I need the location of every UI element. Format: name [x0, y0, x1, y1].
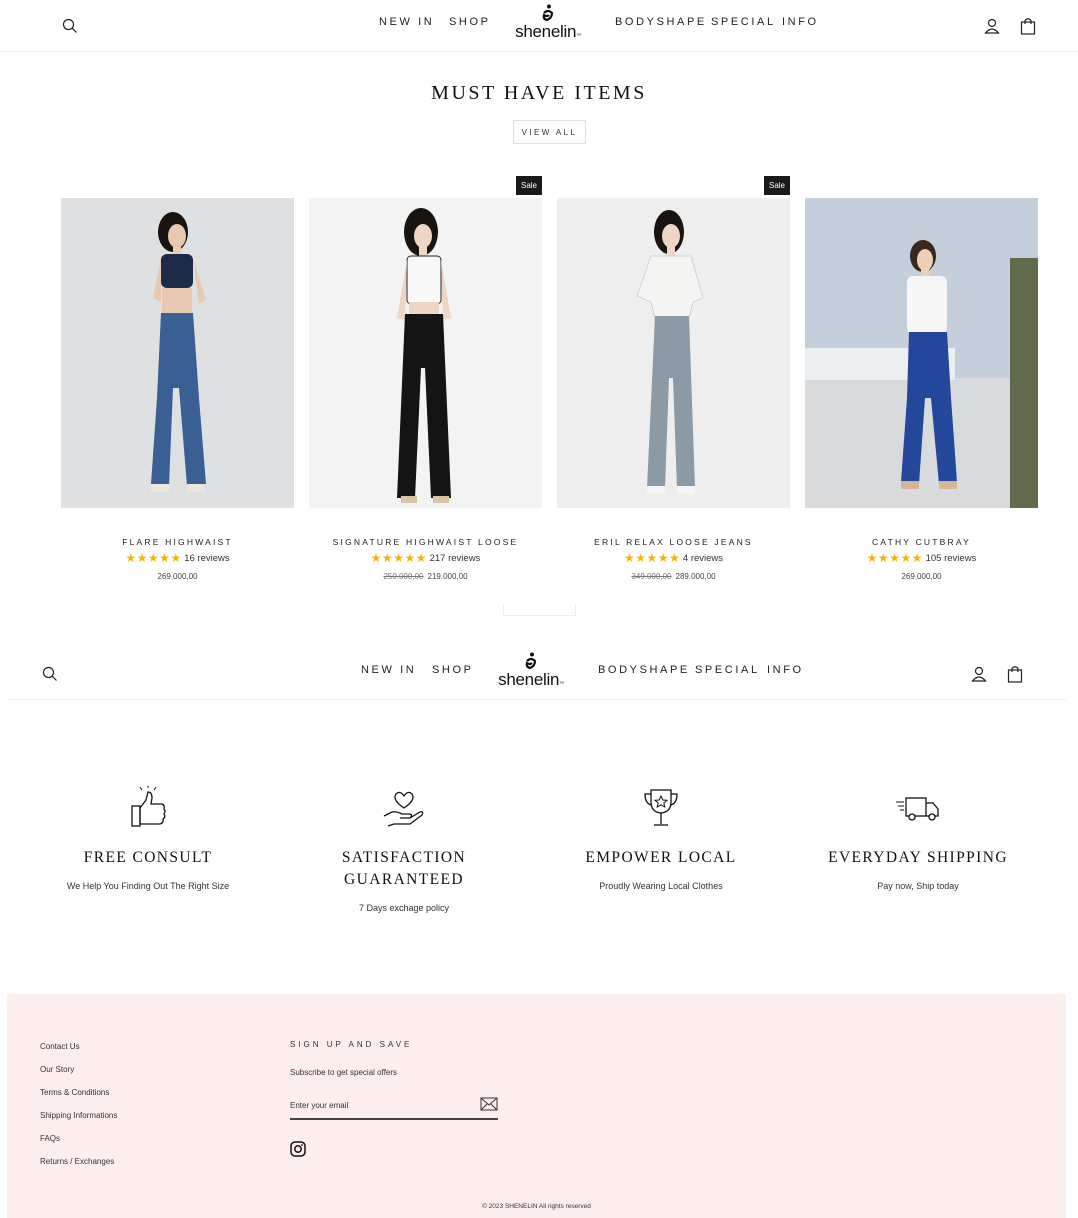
product-price: 349.000,00 289.000,00	[557, 572, 790, 581]
feature-subtitle: Pay now, Ship today	[877, 881, 959, 891]
price-current: 289.000,00	[675, 572, 716, 581]
product-card[interactable]: CATHY CUTBRAY ★★★★★ 105 reviews 269.000,…	[805, 176, 1040, 586]
product-price: 269.000,00	[61, 572, 294, 581]
logo[interactable]: shenelin™	[508, 4, 588, 48]
logo-text: shenelin™	[515, 22, 581, 41]
instagram-icon[interactable]	[290, 1141, 306, 1157]
review-count: 16 reviews	[184, 553, 230, 564]
site-header: NEW IN SHOP shenelin™ BODYSHAPE SPECIAL …	[0, 0, 1078, 52]
product-rating: ★★★★★ 16 reviews	[61, 551, 294, 565]
product-name[interactable]: ERIL RELAX LOOSE JEANS	[557, 537, 790, 547]
product-image[interactable]	[309, 198, 542, 508]
newsletter-title: SIGN UP AND SAVE	[290, 1040, 413, 1049]
nav-shop[interactable]: SHOP	[449, 16, 491, 28]
search-icon[interactable]	[56, 12, 84, 40]
feature-satisfaction-guaranteed: SATISFACTION GUARANTEED 7 Days exchage p…	[284, 786, 524, 913]
account-icon[interactable]	[965, 660, 993, 688]
newsletter-subtitle: Subscribe to get special offers	[290, 1068, 398, 1077]
sale-badge: Sale	[763, 176, 790, 195]
feature-title: EMPOWER LOCAL	[585, 849, 737, 866]
feature-everyday-shipping: EVERYDAY SHIPPING Pay now, Ship today	[798, 786, 1038, 891]
email-field[interactable]	[290, 1096, 470, 1115]
search-icon[interactable]	[36, 660, 64, 688]
cart-icon[interactable]	[1014, 12, 1042, 40]
product-name[interactable]: SIGNATURE HIGHWAIST LOOSE	[309, 537, 542, 547]
envelope-icon[interactable]	[480, 1097, 498, 1111]
product-name[interactable]: FLARE HIGHWAIST	[61, 537, 294, 547]
nav-special[interactable]: SPECIAL	[695, 664, 760, 676]
copyright: © 2023 SHENELIN All rights reserved	[482, 1203, 591, 1210]
account-icon[interactable]	[978, 12, 1006, 40]
nav-info[interactable]: INFO	[782, 16, 819, 28]
nav-bodyshape[interactable]: BODYSHAPE	[615, 16, 707, 28]
review-count: 4 reviews	[682, 553, 724, 564]
star-rating-icon: ★★★★★	[866, 551, 923, 565]
section-divider	[503, 604, 576, 616]
section-title: MUST HAVE ITEMS	[431, 82, 647, 104]
footer-link-faqs[interactable]: FAQs	[40, 1134, 60, 1143]
nav-shop[interactable]: SHOP	[432, 664, 474, 676]
product-price: 250.000,00 219.000,00	[309, 572, 542, 581]
logo-text: shenelin™	[498, 670, 564, 689]
price-current: 219.000,00	[427, 572, 468, 581]
thumbs-up-icon	[131, 786, 166, 827]
product-rating: ★★★★★ 217 reviews	[309, 551, 542, 565]
star-rating-icon: ★★★★★	[623, 551, 681, 565]
feature-title: SATISFACTION GUARANTEED	[341, 849, 467, 888]
footer-link-our-story[interactable]: Our Story	[40, 1065, 74, 1074]
product-image[interactable]	[557, 198, 790, 508]
price-original: 349.000,00	[631, 572, 672, 581]
feature-subtitle: We Help You Finding Out The Right Size	[66, 881, 230, 891]
newsletter-form	[290, 1095, 498, 1120]
product-image[interactable]	[61, 198, 294, 508]
nav-info[interactable]: INFO	[767, 664, 804, 676]
product-image[interactable]	[805, 198, 1038, 508]
footer-link-contact-us[interactable]: Contact Us	[40, 1042, 80, 1051]
product-card[interactable]: Sale SIGNATURE HIGHWAIST LOOSE ★★★★★ 217…	[309, 176, 544, 586]
delivery-truck-icon	[896, 797, 939, 821]
product-price: 269.000,00	[805, 572, 1038, 581]
trophy-icon	[644, 789, 678, 826]
star-rating-icon: ★★★★★	[125, 551, 182, 565]
cart-icon[interactable]	[1001, 660, 1029, 688]
product-name[interactable]: CATHY CUTBRAY	[805, 537, 1038, 547]
price-current: 269.000,00	[901, 572, 942, 581]
feature-title: EVERYDAY SHIPPING	[828, 849, 1008, 866]
price-original: 250.000,00	[383, 572, 424, 581]
site-footer: Contact Us Our Story Terms & Conditions …	[7, 994, 1066, 1218]
feature-subtitle: 7 Days exchage policy	[358, 903, 450, 913]
footer-link-terms[interactable]: Terms & Conditions	[40, 1088, 109, 1097]
product-card[interactable]: FLARE HIGHWAIST ★★★★★ 16 reviews 269.000…	[61, 176, 296, 586]
product-rating: ★★★★★ 105 reviews	[805, 551, 1038, 565]
product-rating: ★★★★★ 4 reviews	[557, 551, 790, 565]
heart-hand-icon	[383, 791, 424, 827]
price-current: 269.000,00	[157, 572, 198, 581]
feature-subtitle: Proudly Wearing Local Clothes	[599, 881, 723, 891]
view-all-button[interactable]: VIEW ALL	[513, 120, 586, 144]
logo-mark-icon	[542, 4, 554, 22]
feature-free-consult: FREE CONSULT We Help You Finding Out The…	[28, 786, 268, 891]
feature-empower-local: EMPOWER LOCAL Proudly Wearing Local Clot…	[541, 786, 781, 891]
product-card[interactable]: Sale ERIL RELAX LOOSE JEANS ★★★★★ 4 revi…	[557, 176, 792, 586]
logo-mark-icon	[525, 652, 537, 670]
footer-link-returns[interactable]: Returns / Exchanges	[40, 1157, 114, 1166]
nav-new-in[interactable]: NEW IN	[361, 664, 416, 676]
sale-badge: Sale	[515, 176, 542, 195]
logo[interactable]: shenelin™	[491, 652, 571, 696]
star-rating-icon: ★★★★★	[370, 551, 427, 565]
nav-bodyshape[interactable]: BODYSHAPE	[598, 664, 690, 676]
feature-title: FREE CONSULT	[83, 849, 213, 866]
nav-special[interactable]: SPECIAL	[711, 16, 776, 28]
sticky-header: NEW IN SHOP shenelin™ BODYSHAPE SPECIAL …	[8, 648, 1066, 700]
review-count: 105 reviews	[925, 553, 977, 564]
nav-new-in[interactable]: NEW IN	[379, 16, 434, 28]
review-count: 217 reviews	[429, 553, 481, 564]
footer-link-shipping[interactable]: Shipping Informations	[40, 1111, 117, 1120]
